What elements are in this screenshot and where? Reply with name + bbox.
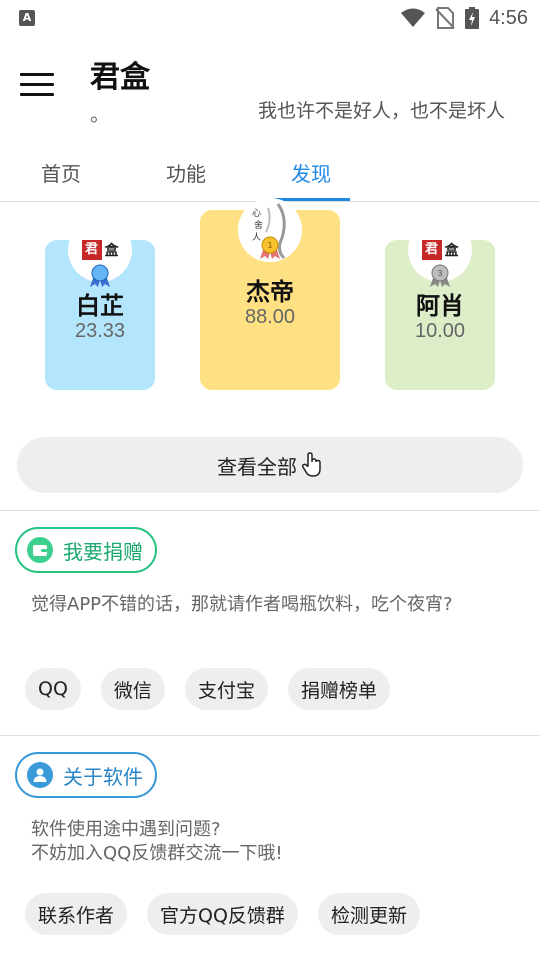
qq-feedback-group-button[interactable]: 官方QQ反馈群	[147, 893, 298, 935]
donate-wechat-button[interactable]: 微信	[100, 668, 165, 710]
status-icons: 4:56	[401, 6, 528, 30]
rank-card-3[interactable]: 君盒 3 阿肖 10.00	[385, 218, 495, 390]
svg-text:心: 心	[252, 208, 261, 219]
about-title: 关于软件	[63, 764, 143, 789]
about-description-line1: 软件使用途中遇到问题?	[31, 819, 221, 840]
rank-name: 白芷	[76, 292, 124, 320]
rank-amount: 88.00	[244, 306, 296, 328]
user-icon	[27, 762, 53, 788]
battery-charging-icon	[465, 7, 480, 29]
notification-a-icon: A	[19, 10, 35, 26]
tab-discover[interactable]: 发现	[291, 158, 331, 187]
donation-list-button[interactable]: 捐赠榜单	[287, 668, 390, 710]
donate-buttons: QQ 微信 支付宝 捐赠榜单	[25, 668, 390, 710]
junhe-logo-icon: 君盒	[421, 240, 459, 260]
view-all-button[interactable]: 查看全部	[17, 437, 523, 493]
rank-card-2[interactable]: 君盒 白芷 23.33	[45, 218, 155, 390]
donate-qq-button[interactable]: QQ	[25, 668, 81, 710]
divider	[0, 735, 540, 736]
donate-section-badge: 我要捐赠	[15, 527, 157, 573]
tab-bar: 首页 功能 发现	[0, 140, 540, 202]
contact-author-button[interactable]: 联系作者	[25, 893, 128, 935]
about-description: 软件使用途中遇到问题? 不妨加入QQ反馈群交流一下哦!	[31, 818, 511, 866]
hamburger-menu-icon[interactable]	[20, 73, 54, 97]
app-title: 君盒	[90, 60, 150, 95]
tab-indicator	[274, 198, 350, 201]
medal-icon	[90, 264, 110, 287]
check-update-button[interactable]: 检测更新	[317, 893, 420, 935]
tab-home[interactable]: 首页	[41, 158, 81, 187]
rank-name: 杰帝	[246, 278, 294, 306]
view-all-label: 查看全部	[217, 454, 297, 479]
about-buttons: 联系作者 官方QQ反馈群 检测更新	[25, 893, 420, 935]
rank-amount: 10.00	[414, 320, 466, 342]
marquee-text: 我也许不是好人，也不是坏人	[258, 100, 506, 122]
about-description-line2: 不妨加入QQ反馈群交流一下哦!	[31, 843, 283, 864]
svg-text:3: 3	[437, 269, 442, 278]
hand-pointer-icon	[301, 452, 321, 477]
tab-functions[interactable]: 功能	[166, 158, 206, 187]
junhe-logo-icon: 君盒	[81, 240, 119, 260]
rank-card-1[interactable]: 心 舍 人 1 杰帝 88.00	[200, 198, 340, 390]
no-sim-icon	[435, 7, 455, 29]
donate-description: 觉得APP不错的话，那就请作者喝瓶饮料，吃个夜宵?	[31, 594, 453, 615]
divider	[0, 510, 540, 511]
app-subtitle: 。	[90, 102, 110, 126]
gold-medal-icon: 1	[260, 236, 280, 259]
rank-name: 阿肖	[416, 292, 464, 320]
status-time: 4:56	[489, 6, 528, 29]
svg-text:舍: 舍	[254, 219, 263, 231]
app-header: 君盒 。 我也许不是好人，也不是坏人	[0, 36, 540, 136]
medal-icon: 3	[430, 264, 450, 287]
rank-amount: 23.33	[74, 320, 126, 342]
donate-alipay-button[interactable]: 支付宝	[184, 668, 268, 710]
wifi-icon	[401, 8, 426, 27]
donate-title: 我要捐赠	[63, 539, 143, 564]
svg-text:1: 1	[267, 241, 272, 250]
about-section-badge: 关于软件	[15, 752, 157, 798]
wallet-icon	[27, 537, 53, 563]
status-bar: A 4:56	[0, 0, 540, 36]
